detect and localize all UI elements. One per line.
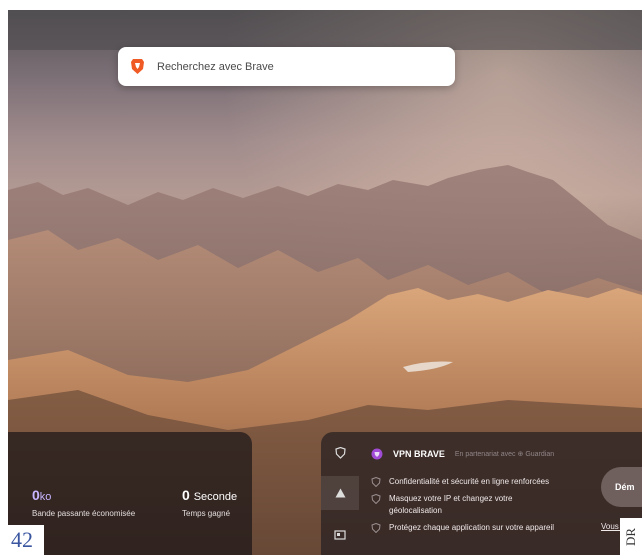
- bandwidth-saved-value: 0ko: [32, 487, 52, 503]
- vpn-feature: Masquez votre IP et changez votre géoloc…: [371, 493, 539, 517]
- photo-credit: DR: [620, 518, 642, 555]
- vpn-feature: Confidentialité et sécurité en ligne ren…: [371, 476, 549, 488]
- bandwidth-saved-label: Bande passante économisée: [32, 509, 136, 518]
- search-bar[interactable]: Recherchez avec Brave: [118, 47, 455, 86]
- time-saved-label: Temps gagné: [182, 509, 231, 518]
- vpn-header: VPN BRAVE En partenariat avec ⊕ Guardian: [371, 448, 554, 460]
- shield-icon[interactable]: [329, 442, 351, 464]
- vpn-title: VPN BRAVE: [393, 449, 445, 459]
- vpn-partner: En partenariat avec ⊕ Guardian: [454, 451, 555, 458]
- warning-icon[interactable]: [321, 476, 359, 510]
- vpn-feature: Protégez chaque application sur votre ap…: [371, 522, 554, 534]
- card-rail: [321, 432, 359, 555]
- news-icon[interactable]: [329, 524, 351, 546]
- check-bullet-icon: [371, 477, 381, 487]
- search-placeholder: Recherchez avec Brave: [157, 60, 274, 73]
- vpn-card: VPN BRAVE En partenariat avec ⊕ Guardian…: [321, 432, 642, 555]
- check-bullet-icon: [371, 494, 381, 504]
- browser-new-tab: Recherchez avec Brave 0ko Bande passante…: [8, 10, 642, 555]
- page-number: 42: [0, 525, 44, 555]
- brave-lion-icon: [130, 58, 145, 75]
- start-vpn-button[interactable]: Dém: [601, 467, 642, 507]
- stats-widget[interactable]: 0ko Bande passante économisée 0 Seconde …: [8, 432, 252, 555]
- vpn-logo-icon: [371, 448, 383, 460]
- time-saved-value: 0 Seconde: [182, 487, 238, 503]
- check-bullet-icon: [371, 523, 381, 533]
